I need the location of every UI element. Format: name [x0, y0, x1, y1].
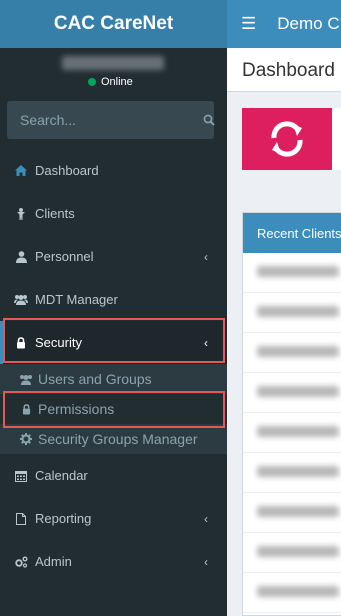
redacted-text [257, 546, 339, 557]
table-row[interactable] [243, 373, 341, 413]
file-icon [14, 512, 28, 525]
sidebar-item-label: MDT Manager [35, 292, 118, 307]
user-name-redacted [62, 56, 164, 70]
submenu-item-label: Security Groups Manager [38, 431, 198, 447]
sidebar-item-mdt-manager[interactable]: MDT Manager [0, 278, 227, 321]
submenu-item-permissions[interactable]: Permissions [0, 394, 227, 424]
redacted-text [257, 506, 339, 517]
user-status: Online [88, 76, 133, 88]
sidebar-item-dashboard[interactable]: Dashboard [0, 149, 227, 192]
submenu-item-security-groups-manager[interactable]: Security Groups Manager [0, 424, 227, 454]
sidebar-item-label: Clients [35, 206, 75, 221]
sidebar-item-security[interactable]: Security ‹ [0, 321, 227, 364]
chevron-left-icon: ‹ [204, 249, 208, 264]
table-row[interactable] [243, 253, 341, 293]
calendar-icon [14, 470, 28, 482]
brand-logo[interactable]: CAC CareNet [0, 0, 227, 48]
redacted-text [257, 426, 339, 437]
users-icon [18, 374, 34, 385]
sidebar-item-clients[interactable]: Clients [0, 192, 227, 235]
page-title: Dashboard [242, 60, 335, 81]
recent-clients-header: Recent Clients [243, 213, 341, 253]
refresh-icon [242, 108, 332, 170]
info-tile [242, 108, 341, 170]
online-status-icon [88, 78, 96, 86]
chevron-left-icon: ‹ [204, 335, 208, 350]
lock-icon [18, 403, 34, 415]
search-input[interactable] [7, 111, 203, 129]
gear-icon [18, 433, 34, 445]
table-row[interactable] [243, 533, 341, 573]
user-panel: Online [0, 48, 227, 96]
submenu-item-users-and-groups[interactable]: Users and Groups [0, 364, 227, 394]
table-row[interactable] [243, 493, 341, 533]
submenu-item-label: Users and Groups [38, 371, 152, 387]
redacted-text [257, 386, 339, 397]
table-row[interactable] [243, 413, 341, 453]
redacted-text [257, 306, 339, 317]
child-icon [14, 207, 28, 220]
submenu-item-label: Permissions [38, 401, 115, 417]
sidebar-menu: Dashboard Clients Personnel ‹ MDT Manage… [0, 149, 227, 583]
sidebar-item-personnel[interactable]: Personnel ‹ [0, 235, 227, 278]
table-row[interactable] [243, 293, 341, 333]
sidebar-item-label: Reporting [35, 511, 92, 526]
redacted-text [257, 266, 339, 277]
search-icon[interactable] [203, 114, 215, 126]
sidebar-item-admin[interactable]: Admin ‹ [0, 540, 227, 583]
table-row[interactable] [243, 333, 341, 373]
sidebar-item-label: Calendar [35, 468, 88, 483]
chevron-left-icon: ‹ [204, 511, 208, 526]
sidebar-item-label: Personnel [35, 249, 94, 264]
user-icon [14, 250, 28, 263]
chevron-left-icon: ‹ [204, 554, 208, 569]
hamburger-menu-icon[interactable]: ☰ [241, 14, 256, 34]
sidebar-item-reporting[interactable]: Reporting ‹ [0, 497, 227, 540]
cogs-icon [14, 556, 28, 568]
sidebar-item-label: Admin [35, 554, 72, 569]
redacted-text [257, 586, 339, 597]
redacted-text [257, 346, 339, 357]
sidebar-item-label: Security [35, 335, 82, 350]
search-form [7, 101, 215, 139]
topbar-title: Demo C [277, 14, 340, 33]
security-submenu: Users and Groups Permissions Security Gr… [0, 364, 227, 454]
content-header: Dashboard [227, 48, 341, 92]
user-status-label: Online [101, 76, 133, 88]
users-icon [14, 294, 28, 305]
lock-icon [14, 336, 28, 349]
recent-clients-box: Recent Clients [242, 212, 341, 616]
sidebar: CAC CareNet Online Dashboard Clients [0, 0, 227, 616]
top-navbar: ☰ Demo C [227, 0, 341, 48]
redacted-text [257, 466, 339, 477]
sidebar-item-label: Dashboard [35, 163, 99, 178]
table-row[interactable] [243, 453, 341, 493]
table-row[interactable] [243, 573, 341, 613]
sidebar-item-calendar[interactable]: Calendar [0, 454, 227, 497]
home-icon [14, 165, 28, 176]
